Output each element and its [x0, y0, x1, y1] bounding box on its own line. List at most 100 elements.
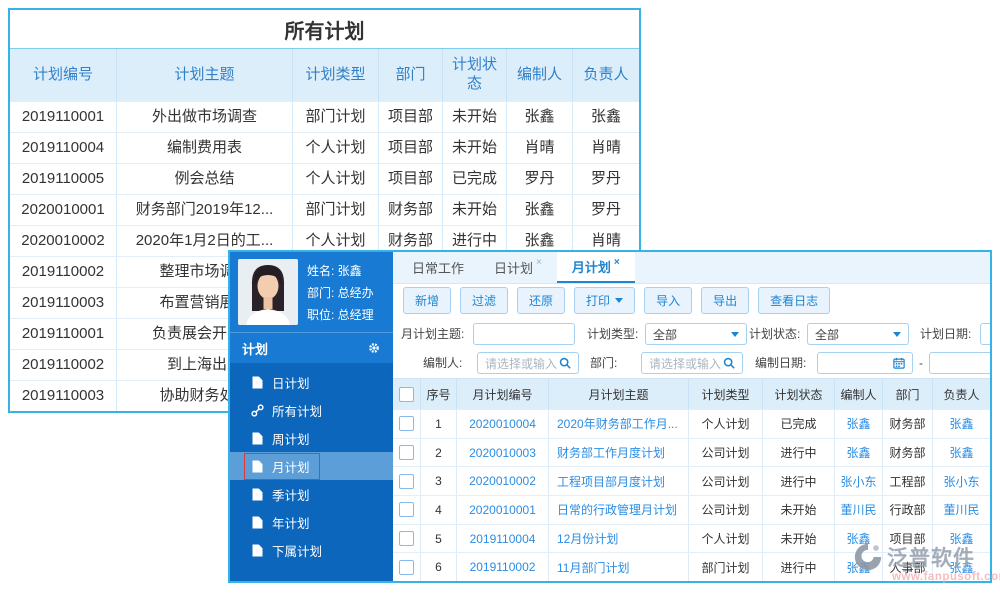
all-plans-cell: 2019110003 — [10, 288, 117, 318]
owner-link[interactable]: 张鑫 — [933, 439, 990, 467]
subject-filter-input[interactable] — [473, 323, 575, 345]
plan-subject-link[interactable]: 日常的行政管理月计划 — [549, 496, 689, 524]
compiler-link[interactable]: 张小东 — [835, 467, 883, 495]
department: 行政部 — [883, 496, 933, 524]
restore-button[interactable]: 还原 — [517, 287, 565, 314]
close-icon[interactable]: × — [614, 257, 620, 268]
table-row[interactable]: 120200100042020年财务部工作月...个人计划已完成张鑫财务部张鑫 — [393, 409, 990, 438]
plan-date-input[interactable] — [980, 323, 990, 345]
dropdown-caret-icon — [615, 298, 623, 303]
compiler-filter-input[interactable]: 请选择或输入 — [477, 352, 579, 374]
plan-subject-link[interactable]: 12月份计划 — [549, 525, 689, 553]
plan-code-link[interactable]: 2020010001 — [457, 496, 549, 524]
plan-subject-link[interactable]: 11月部门计划 — [549, 553, 689, 581]
search-icon[interactable] — [559, 357, 571, 369]
all-plans-column-header: 计划状态 — [443, 49, 507, 101]
file-icon — [251, 460, 264, 473]
add-button[interactable]: 新增 — [403, 287, 451, 314]
all-plans-column-header: 计划主题 — [117, 49, 293, 101]
type-filter-select[interactable]: 全部 — [645, 323, 747, 345]
plan-code-link[interactable]: 2020010002 — [457, 467, 549, 495]
sidebar-item-day-plan[interactable]: 日计划 — [230, 368, 393, 396]
table-row[interactable]: 22020010003财务部工作月度计划公司计划进行中张鑫财务部张鑫 — [393, 438, 990, 467]
compile-date-end-input[interactable] — [929, 352, 990, 374]
plan-subject-link[interactable]: 工程项目部月度计划 — [549, 467, 689, 495]
table-row[interactable]: 2020010001财务部门2019年12...部门计划财务部未开始张鑫罗丹 — [10, 194, 639, 225]
plan-type: 个人计划 — [689, 410, 763, 438]
compile-date-filter-label: 编制日期: — [755, 352, 806, 374]
sidebar-item-month-plan[interactable]: 月计划 — [230, 452, 393, 480]
table-row[interactable]: 2019110001外出做市场调查部门计划项目部未开始张鑫张鑫 — [10, 101, 639, 132]
plan-subject-link[interactable]: 2020年财务部工作月... — [549, 410, 689, 438]
type-filter-label: 计划类型: — [587, 323, 638, 345]
select-all-checkbox[interactable] — [399, 387, 414, 402]
all-plans-cell: 张鑫 — [507, 195, 573, 225]
sidebar-item-quarter-plan[interactable]: 季计划 — [230, 480, 393, 508]
compiler-link[interactable]: 张鑫 — [835, 410, 883, 438]
plan-type: 部门计划 — [689, 553, 763, 581]
row-checkbox[interactable] — [399, 502, 414, 517]
all-plans-cell: 肖晴 — [573, 133, 639, 163]
profile-field: 姓名: 张鑫 — [307, 262, 374, 279]
plan-table-column-header: 计划类型 — [689, 379, 763, 409]
plan-code-link[interactable]: 2020010003 — [457, 439, 549, 467]
plan-table-header-row: 序号月计划编号月计划主题计划类型计划状态编制人部门负责人 — [393, 379, 990, 409]
filter-button[interactable]: 过滤 — [460, 287, 508, 314]
file-icon — [251, 376, 264, 389]
all-plans-cell: 2019110001 — [10, 102, 117, 132]
plan-code-link[interactable]: 2020010004 — [457, 410, 549, 438]
sidebar-item-year-plan[interactable]: 年计划 — [230, 508, 393, 536]
all-plans-cell: 未开始 — [443, 195, 507, 225]
all-plans-column-header: 编制人 — [507, 49, 573, 101]
all-plans-cell: 2019110004 — [10, 133, 117, 163]
plan-date-filter-label: 计划日期: — [920, 323, 971, 345]
print-button[interactable]: 打印 — [574, 287, 635, 314]
export-button[interactable]: 导出 — [701, 287, 749, 314]
sidebar-item-week-plan[interactable]: 周计划 — [230, 424, 393, 452]
row-checkbox[interactable] — [399, 560, 414, 575]
owner-link[interactable]: 张小东 — [933, 467, 990, 495]
all-plans-column-header: 负责人 — [573, 49, 639, 101]
sidebar-item-all-plans[interactable]: 所有计划 — [230, 396, 393, 424]
plan-code-link[interactable]: 2019110004 — [457, 525, 549, 553]
main-panel: 日常工作日计划×月计划× 新增过滤还原打印导入导出查看日志 月计划主题: 计划类… — [393, 252, 990, 581]
table-row[interactable]: 2019110004编制费用表个人计划项目部未开始肖晴肖晴 — [10, 132, 639, 163]
plan-table-column-header: 月计划编号 — [457, 379, 549, 409]
table-row[interactable]: 32020010002工程项目部月度计划公司计划进行中张小东工程部张小东 — [393, 466, 990, 495]
import-button[interactable]: 导入 — [644, 287, 692, 314]
table-row[interactable]: 2019110005例会总结个人计划项目部已完成罗丹罗丹 — [10, 163, 639, 194]
dept-filter-input[interactable]: 请选择或输入 — [641, 352, 743, 374]
file-icon — [251, 432, 264, 445]
owner-link[interactable]: 张鑫 — [933, 410, 990, 438]
calendar-icon[interactable] — [893, 357, 905, 369]
gear-icon[interactable] — [367, 341, 381, 355]
plan-type: 公司计划 — [689, 496, 763, 524]
row-checkbox[interactable] — [399, 474, 414, 489]
view-log-button[interactable]: 查看日志 — [758, 287, 830, 314]
row-number: 3 — [421, 467, 457, 495]
all-plans-cell: 项目部 — [379, 133, 443, 163]
plan-subject-link[interactable]: 财务部工作月度计划 — [549, 439, 689, 467]
table-row[interactable]: 42020010001日常的行政管理月计划公司计划未开始董川民行政部董川民 — [393, 495, 990, 524]
compiler-link[interactable]: 董川民 — [835, 496, 883, 524]
compile-date-start-input[interactable] — [817, 352, 913, 374]
plan-type: 公司计划 — [689, 467, 763, 495]
tab-day-plan[interactable]: 日计划× — [479, 252, 557, 283]
close-icon[interactable]: × — [536, 257, 542, 268]
file-icon — [251, 516, 264, 529]
tab-daily-work[interactable]: 日常工作 — [397, 252, 479, 283]
row-checkbox[interactable] — [399, 531, 414, 546]
compiler-link[interactable]: 张鑫 — [835, 439, 883, 467]
row-checkbox[interactable] — [399, 445, 414, 460]
search-icon[interactable] — [723, 357, 735, 369]
row-checkbox[interactable] — [399, 416, 414, 431]
sidebar-item-subordinate-plan[interactable]: 下属计划 — [230, 536, 393, 564]
checkbox-cell — [393, 496, 421, 524]
tab-month-plan[interactable]: 月计划× — [557, 252, 635, 283]
owner-link[interactable]: 董川民 — [933, 496, 990, 524]
plan-code-link[interactable]: 2019110002 — [457, 553, 549, 581]
watermark-brand: 泛普软件 — [887, 542, 975, 572]
plan-table-column-header: 月计划主题 — [549, 379, 689, 409]
status-filter-select[interactable]: 全部 — [807, 323, 909, 345]
all-plans-cell: 2019110002 — [10, 350, 117, 380]
